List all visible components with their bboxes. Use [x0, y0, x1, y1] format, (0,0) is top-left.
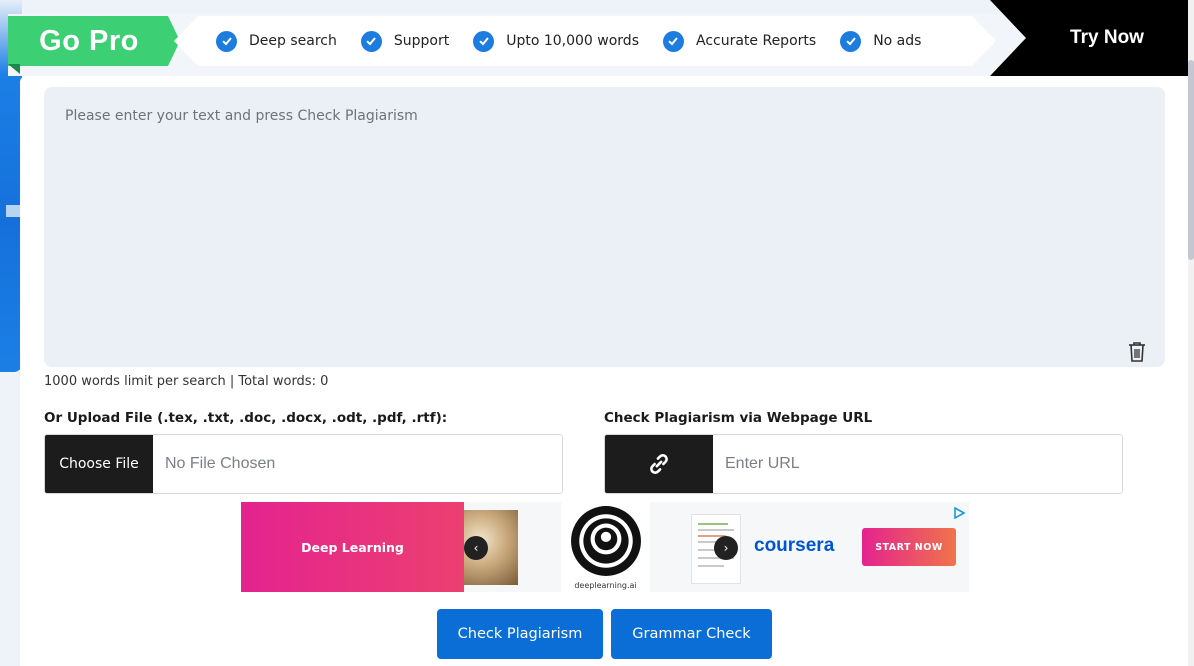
ad-logo-card: deeplearning.ai	[561, 502, 650, 592]
url-input-wrap	[713, 435, 1122, 493]
check-circle-icon	[360, 30, 382, 52]
page-scrollbar[interactable]	[1188, 0, 1194, 666]
url-check-label: Check Plagiarism via Webpage URL	[604, 410, 873, 426]
file-upload-field[interactable]: Choose File No File Chosen	[44, 434, 563, 494]
try-now-label: Try Now	[1070, 27, 1144, 48]
feature-label: Deep search	[249, 33, 337, 49]
scrollbar-thumb[interactable]	[1188, 60, 1194, 260]
deeplearning-logo-icon	[570, 505, 641, 576]
ad-logo-caption: deeplearning.ai	[574, 580, 637, 590]
check-circle-icon	[473, 30, 495, 52]
feature-label: Support	[393, 33, 450, 49]
grammar-check-button[interactable]: Grammar Check	[611, 609, 772, 659]
text-input[interactable]	[44, 87, 1165, 367]
ad-next-arrow-icon[interactable]: ›	[714, 536, 738, 560]
url-check-field	[604, 434, 1123, 494]
feature-label: Upto 10,000 words	[506, 33, 639, 49]
check-plagiarism-button[interactable]: Check Plagiarism	[437, 609, 603, 659]
word-count-info: 1000 words limit per search | Total word…	[44, 374, 329, 389]
text-input-area	[44, 87, 1165, 367]
plagiarism-checker-card: 1000 words limit per search | Total word…	[20, 76, 1188, 666]
go-pro-badge[interactable]: Go Pro	[8, 16, 180, 66]
file-status-text: No File Chosen	[165, 455, 276, 472]
ad-brand-logo[interactable]: coursera	[754, 535, 834, 557]
go-pro-label: Go Pro	[39, 24, 139, 57]
check-circle-icon	[840, 30, 862, 52]
pro-features-list: Deep search Support Upto 10,000 words Ac…	[174, 16, 996, 66]
feature-no-ads: No ads	[840, 30, 922, 52]
upload-file-label: Or Upload File (.tex, .txt, .doc, .docx,…	[44, 410, 448, 426]
ad-start-now-button[interactable]: START NOW	[862, 528, 956, 566]
ad-choices-icon[interactable]	[953, 504, 966, 520]
feature-deep-search: Deep search	[216, 30, 337, 52]
feature-label: No ads	[873, 33, 922, 49]
ad-previous-arrow-icon[interactable]: ‹	[464, 536, 488, 560]
url-input[interactable]	[725, 435, 1122, 493]
ad-headline: Deep Learning	[301, 539, 404, 555]
feature-word-limit: Upto 10,000 words	[473, 30, 639, 52]
choose-file-button[interactable]: Choose File	[45, 435, 153, 493]
link-icon[interactable]	[605, 435, 713, 493]
feature-support: Support	[360, 30, 450, 52]
ad-headline-panel[interactable]: Deep Learning	[241, 502, 464, 592]
trash-icon[interactable]	[1127, 341, 1147, 363]
check-circle-icon	[662, 30, 684, 52]
advertisement-banner[interactable]: Deep Learning ‹ deeplearning.ai › course…	[241, 502, 969, 592]
go-pro-banner[interactable]: Go Pro Deep search Support Upto 10,000 w…	[8, 0, 1194, 76]
feature-accurate-reports: Accurate Reports	[662, 30, 817, 52]
check-circle-icon	[216, 30, 237, 52]
feature-label: Accurate Reports	[695, 33, 817, 49]
